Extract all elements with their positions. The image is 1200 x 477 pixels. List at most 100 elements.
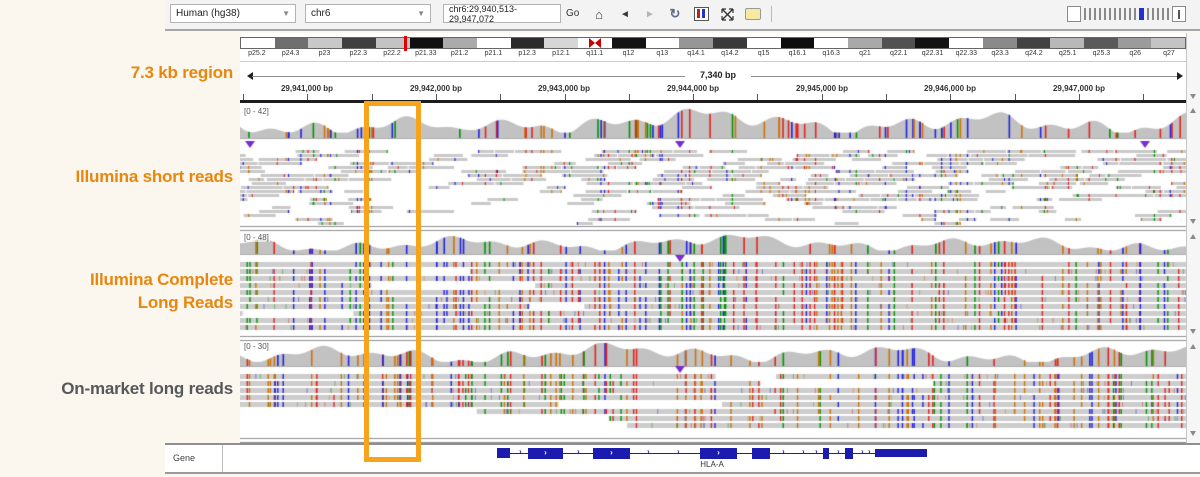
cytoband-label: q13 [645,50,679,59]
zoom-tick[interactable] [1167,8,1169,20]
cytoband-label: q23.3 [983,50,1017,59]
strand-arrow-icon: › [544,449,547,457]
cytoband[interactable] [848,38,882,48]
gene-exon[interactable]: › [528,448,563,459]
cytoband-label: q27 [1152,50,1186,59]
zoom-tick[interactable] [1152,8,1154,20]
forward-arrow-icon[interactable]: ► [639,4,661,24]
ruler-coordinate-label: 29,943,000 bp [538,84,590,93]
zoom-tick[interactable] [1134,8,1136,20]
scroll-down-arrow[interactable] [1190,329,1196,334]
scroll-up-arrow[interactable] [1190,344,1196,349]
scroll-down-arrow[interactable] [1190,94,1196,99]
cytoband[interactable] [646,38,680,48]
home-icon[interactable]: ⌂ [588,4,610,24]
cytoband[interactable] [1050,38,1084,48]
zoom-tick[interactable] [1162,8,1164,20]
igv-screenshot: 7.3 kb region Illumina short reads Illum… [0,0,1200,477]
span-line-right [751,76,1177,77]
cytoband[interactable] [308,38,342,48]
cytoband[interactable] [410,38,444,48]
zoom-tick[interactable] [1157,8,1159,20]
gene-exon[interactable] [752,448,770,459]
cytoband[interactable] [983,38,1017,48]
scroll-down-arrow[interactable] [1190,219,1196,224]
tooltip-bubble-icon[interactable] [742,4,764,24]
cytoband-label: q16.1 [781,50,815,59]
back-arrow-icon[interactable]: ◄ [614,4,636,24]
gene-exon[interactable]: › [593,448,630,459]
gene-panel-gutter-divider [222,445,223,472]
zoom-tick[interactable] [1104,8,1106,20]
zoom-level-indicator[interactable] [1139,8,1144,20]
zoom-tick[interactable] [1119,8,1121,20]
gene-exon[interactable]: › [700,448,737,459]
strand-arrow-icon: › [815,448,818,456]
refresh-icon[interactable]: ↻ [664,4,686,24]
screenshot-icon[interactable] [690,4,712,24]
cytoband[interactable] [241,38,275,48]
go-button[interactable]: Go [566,6,579,21]
cytoband-label: p23 [308,50,342,59]
gene-exon[interactable] [823,448,829,459]
cytoband[interactable] [612,38,646,48]
zoom-slider[interactable] [1067,6,1186,22]
screenshot-icon-glyph [694,7,709,21]
strand-arrow-icon: › [717,449,720,457]
gene-exon[interactable] [875,449,927,457]
ruler-coordinate-label: 29,947,000 bp [1053,84,1105,93]
cytoband[interactable] [275,38,309,48]
cytoband[interactable] [949,38,983,48]
zoom-in-button[interactable] [1172,6,1186,22]
centromere-band[interactable] [578,38,612,48]
cytoband[interactable] [814,38,848,48]
cytoband[interactable] [342,38,376,48]
cytoband[interactable] [1118,38,1152,48]
zoom-tick[interactable] [1129,8,1131,20]
fit-to-window-icon[interactable] [716,4,738,24]
locus-input[interactable]: chr6:29,940,513-29,947,072 [443,4,561,23]
zoom-tick[interactable] [1147,8,1149,20]
zoom-tick[interactable] [1124,8,1126,20]
zoom-tick[interactable] [1094,8,1096,20]
scroll-up-arrow[interactable] [1190,234,1196,239]
cytoband-label: p12.1 [544,50,578,59]
cytoband[interactable] [477,38,511,48]
cytoband[interactable] [882,38,916,48]
cytoband[interactable] [713,38,747,48]
cytoband[interactable] [1151,38,1185,48]
gene-exon[interactable] [845,448,853,459]
genome-select[interactable]: Human (hg38) ▼ [170,4,296,23]
cytoband[interactable] [511,38,545,48]
strand-arrow-icon: › [677,448,680,456]
zoom-tick[interactable] [1084,8,1086,20]
gene-exon[interactable] [497,448,510,458]
cytoband[interactable] [1017,38,1051,48]
cytoband[interactable] [915,38,949,48]
strand-arrow-icon: › [519,448,522,456]
toolbar-separator [771,6,772,22]
strand-arrow-icon: › [802,448,805,456]
cytoband-label: p21.33 [409,50,443,59]
ruler-top-divider [240,61,1186,62]
cytoband[interactable] [781,38,815,48]
cytoband[interactable] [1084,38,1118,48]
scroll-up-arrow[interactable] [1190,108,1196,113]
chromosome-select[interactable]: chr6 ▼ [305,4,431,23]
cytoband[interactable] [679,38,713,48]
cytoband[interactable] [544,38,578,48]
scrollbar[interactable] [1186,33,1200,470]
cytoband[interactable] [747,38,781,48]
zoom-tick[interactable] [1109,8,1111,20]
zoom-tick[interactable] [1099,8,1101,20]
scroll-down-arrow[interactable] [1190,431,1196,436]
cytoband[interactable] [443,38,477,48]
chromosome-ideogram[interactable] [240,37,1186,49]
zoom-tick[interactable] [1089,8,1091,20]
span-line-left [252,76,685,77]
ruler-coordinate-label: 29,945,000 bp [796,84,848,93]
cytoband-label: p21.1 [476,50,510,59]
zoom-tick[interactable] [1114,8,1116,20]
zoom-out-button[interactable] [1067,6,1081,22]
track-range-label: [0 - 48] [243,233,270,242]
